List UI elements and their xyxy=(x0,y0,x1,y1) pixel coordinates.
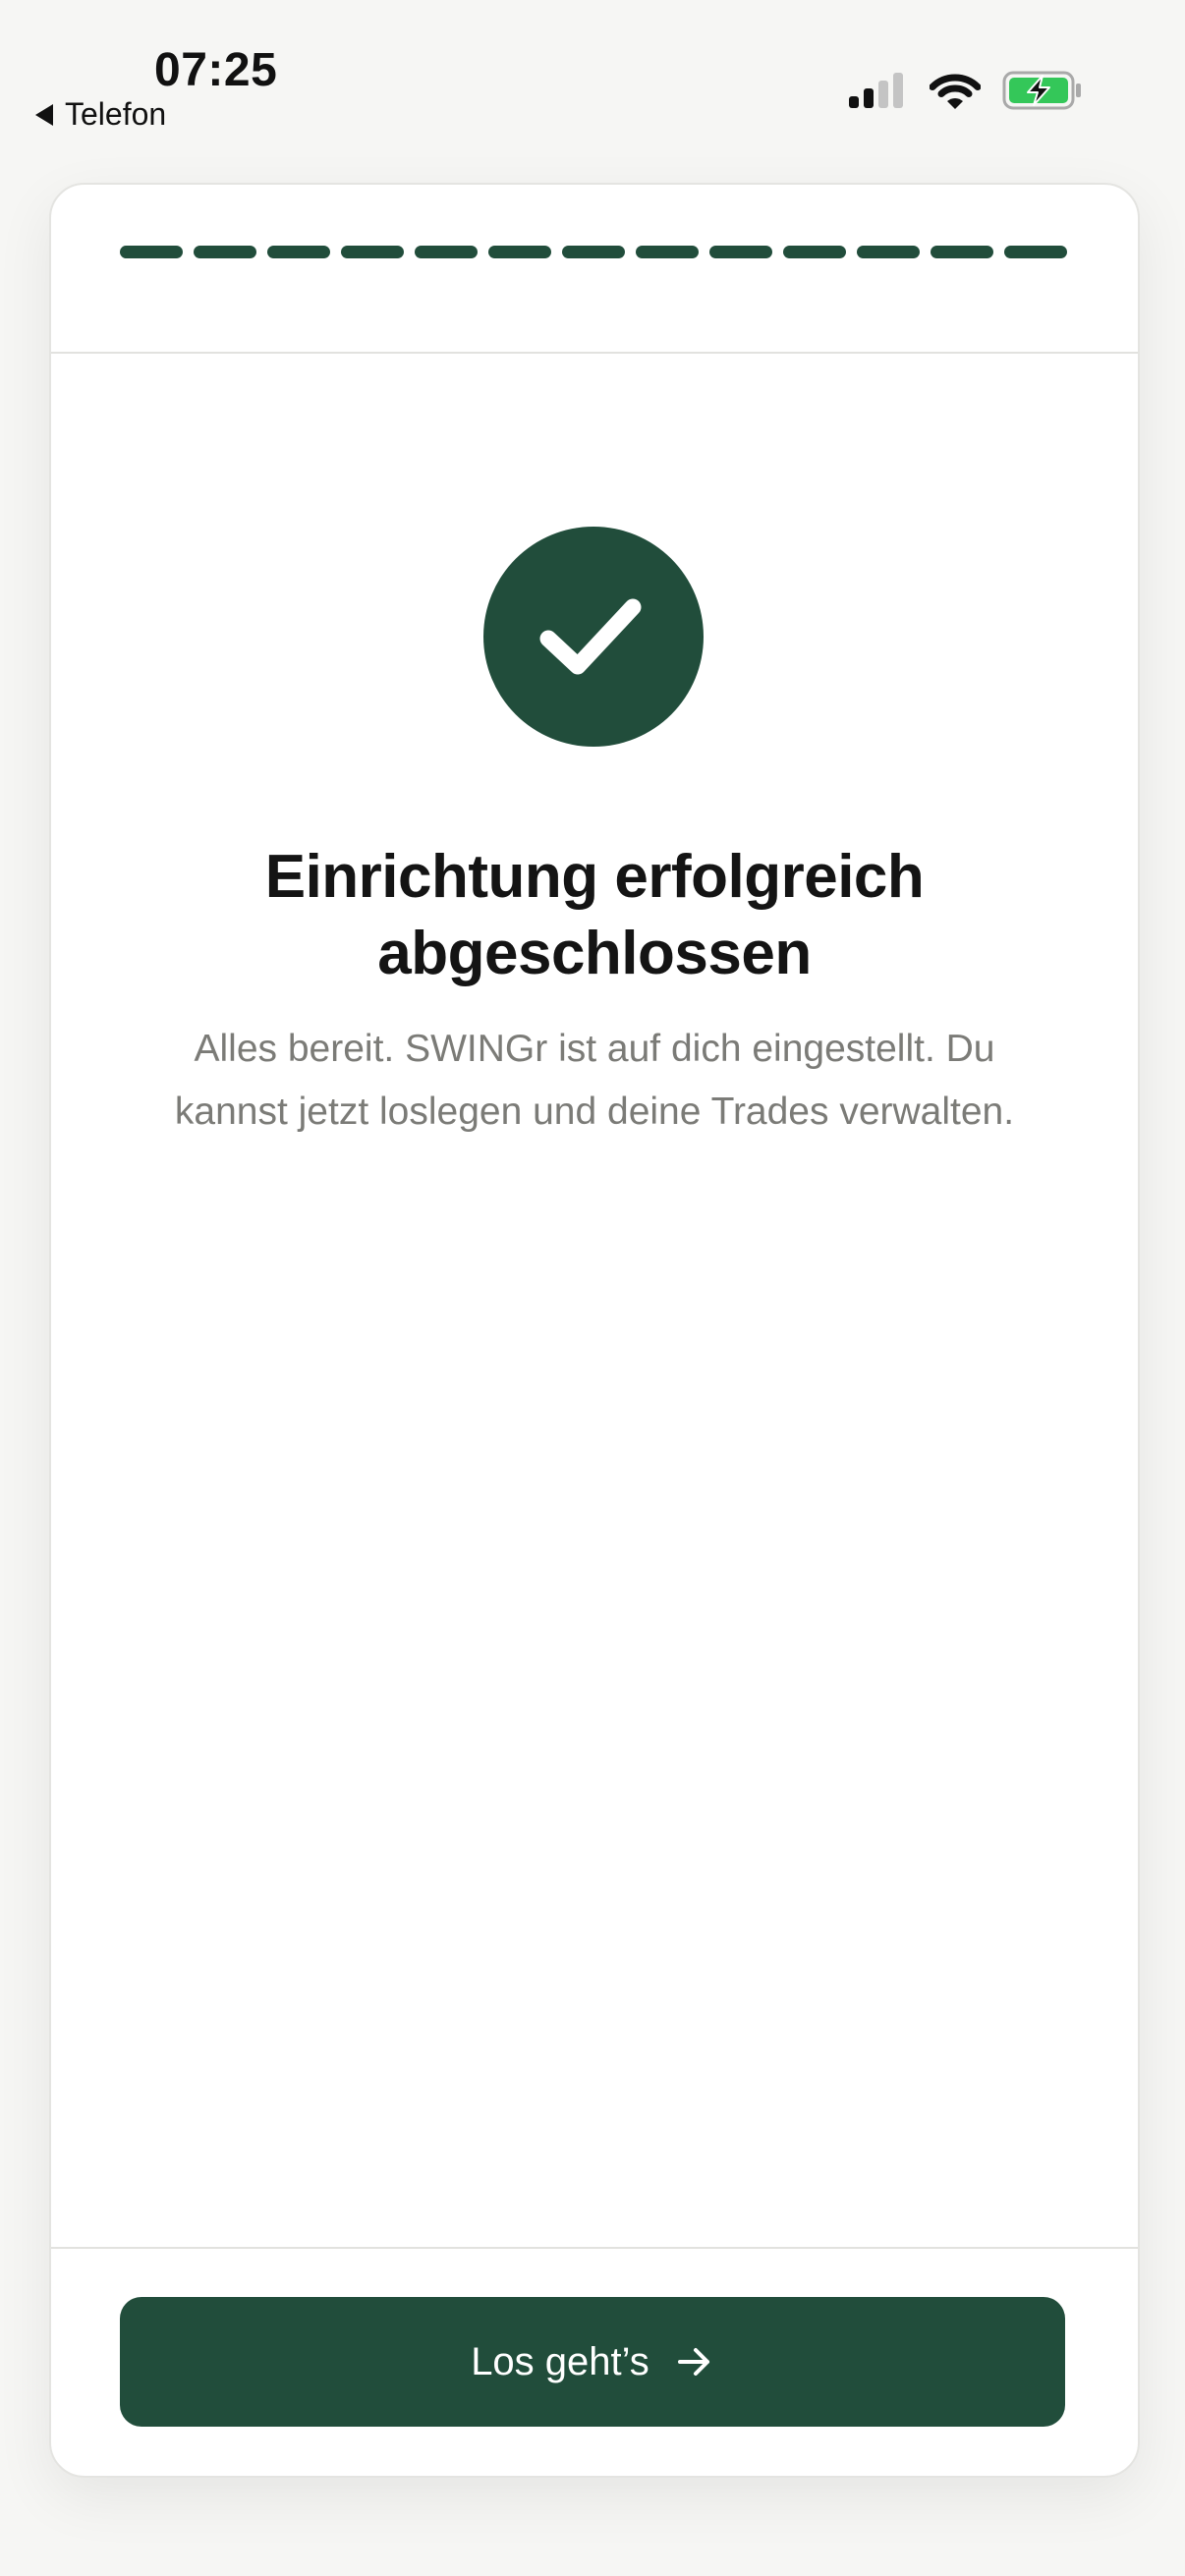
progress-step xyxy=(194,246,256,258)
progress-step xyxy=(709,246,772,258)
progress-step xyxy=(636,246,699,258)
footer-divider xyxy=(51,2247,1138,2249)
progress-indicator xyxy=(120,246,1067,258)
progress-step xyxy=(1004,246,1067,258)
progress-step xyxy=(488,246,551,258)
wifi-icon xyxy=(930,74,981,109)
back-triangle-icon xyxy=(35,103,53,126)
back-to-app-link[interactable]: Telefon xyxy=(35,96,166,133)
status-icons xyxy=(849,71,1083,110)
progress-step xyxy=(415,246,478,258)
lets-go-button-label: Los geht’s xyxy=(471,2339,649,2383)
status-time: 07:25 xyxy=(154,44,278,96)
page-title: Einrichtung erfolgreich abgeschlossen xyxy=(264,843,925,987)
lets-go-button[interactable]: Los geht’s xyxy=(120,2297,1065,2427)
progress-step xyxy=(931,246,993,258)
back-app-label: Telefon xyxy=(65,96,167,132)
success-badge xyxy=(483,527,704,747)
progress-step xyxy=(120,246,183,258)
progress-step xyxy=(562,246,625,258)
progress-step xyxy=(341,246,404,258)
battery-charging-icon xyxy=(1002,71,1081,110)
progress-step xyxy=(267,246,330,258)
progress-step xyxy=(783,246,846,258)
cellular-signal-icon xyxy=(849,73,903,108)
page-subtitle: Alles bereit. SWINGr ist auf dich einges… xyxy=(174,1028,1015,1133)
onboarding-card: Einrichtung erfolgreich abgeschlossen Al… xyxy=(49,183,1140,2478)
checkmark-icon xyxy=(539,598,642,675)
header-divider xyxy=(51,352,1138,354)
status-bar: 07:25 Telefon xyxy=(0,0,1185,147)
arrow-right-icon xyxy=(677,2348,709,2376)
progress-step xyxy=(857,246,920,258)
